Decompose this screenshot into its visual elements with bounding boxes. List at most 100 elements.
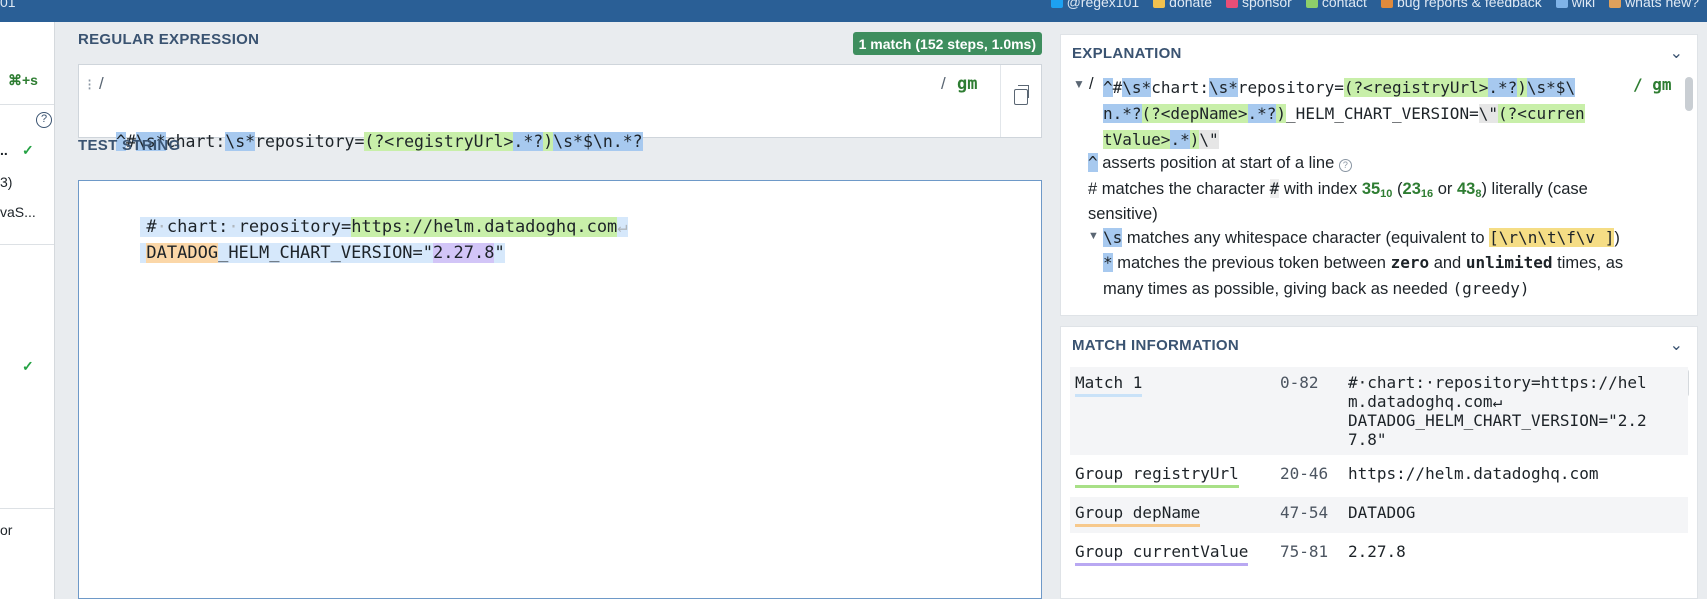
star-desc-1: matches the previous token between (1117, 254, 1386, 272)
table-row[interactable]: Match 1 0-82 #·chart:·repository=https://h… (1070, 367, 1688, 458)
explain-regex-token: \s* (1208, 78, 1238, 97)
match-value: https://helm.datadoghq.com (1343, 456, 1688, 497)
regex-token: ) (543, 132, 554, 151)
explain-regex-token: ) (1189, 130, 1200, 149)
regex-flags[interactable]: gm (957, 74, 977, 94)
hash-post: ) literally (case (1481, 180, 1588, 198)
match-value-line: 2.27.8 (1348, 542, 1406, 561)
regex-token: repository= (255, 132, 365, 151)
check-icon: ✓ (22, 358, 34, 374)
top-link-label: contact (1321, 0, 1367, 10)
greedy-keyword: (greedy) (1452, 279, 1530, 298)
sidebar-item-3[interactable]: vaS... (0, 204, 54, 220)
tree-toggle-icon[interactable]: ▼ (1088, 230, 1099, 242)
n16: 23 (1402, 180, 1421, 198)
top-link-label: donate (1169, 0, 1212, 10)
top-link-2[interactable]: sponsor (1226, 0, 1292, 10)
match-count-badge: 1 match (152 steps, 1.0ms) (852, 32, 1042, 55)
explain-regex-text: repository= (1237, 78, 1344, 97)
brand-fragment: 01 (0, 0, 16, 10)
explanation-regex-line-1: ^#\s*chart:\s*repository=(?<registryUrl>… (1103, 75, 1585, 101)
explain-regex-token: \s*$\ (1526, 78, 1576, 97)
explain-regex-token: ) (1276, 104, 1287, 123)
dollar-icon (1153, 0, 1166, 9)
book-icon (1555, 0, 1568, 9)
heart-icon (1226, 0, 1238, 9)
table-row[interactable]: Group currentValue 75-81 2.27.8 (1070, 534, 1688, 575)
match-value-line: DATADOG_HELM_CHART_VERSION="2.2 (1348, 411, 1647, 430)
match-value-line: https://helm.datadoghq.com (1348, 464, 1599, 483)
hash-pre: # matches the character (1088, 180, 1266, 198)
twitter-icon (1050, 0, 1063, 9)
explanation-body: ▼ / ^#\s*chart:\s*repository=(?<registry… (1061, 75, 1685, 315)
save-shortcut[interactable]: ⌘+s (8, 72, 54, 89)
unlimited-keyword: unlimited (1465, 253, 1553, 272)
check-icon: ✓ (22, 142, 34, 158)
explanation-caret: ^ asserts position at start of a line ? (1088, 153, 1352, 173)
regex-token: \s* (225, 132, 256, 151)
match-value: DATADOG (1343, 495, 1688, 536)
explanation-open-delimiter: / (1089, 75, 1094, 93)
caret-token: ^ (1088, 153, 1098, 172)
top-link-3[interactable]: contact (1305, 0, 1367, 10)
explain-regex-token: \" (1199, 130, 1219, 149)
tree-toggle-icon[interactable]: ▼ (1073, 77, 1085, 91)
top-link-5[interactable]: wiki (1555, 0, 1596, 10)
explanation-panel: EXPLANATION ⌄ ▼ / ^#\s*chart:\s*reposito… (1060, 34, 1698, 316)
chevron-down-icon[interactable]: ⌄ (1670, 335, 1683, 355)
help-icon[interactable]: ? (1338, 159, 1352, 172)
drag-handle-icon[interactable]: ⁝ (87, 75, 92, 95)
explanation-regex-line-3: tValue>.*)\" (1103, 127, 1585, 153)
match-range: 75-81 (1275, 534, 1343, 575)
top-link-label: wiki (1571, 0, 1596, 10)
explain-regex-token: .*? (1247, 104, 1277, 123)
explain-regex-token: n.*? (1103, 104, 1142, 123)
match-value-line: #·chart:·repository=https://hel (1348, 373, 1647, 392)
copy-icon[interactable] (1014, 85, 1029, 105)
regex-open-delimiter: / (99, 74, 104, 93)
explanation-title: EXPLANATION (1072, 45, 1182, 62)
regex-token: .*? (513, 132, 544, 151)
top-link-4[interactable]: bug reports & feedback (1380, 0, 1542, 10)
s-token: \s (1103, 228, 1123, 247)
help-icon[interactable]: ? (36, 112, 52, 128)
top-link-label: whats new? (1625, 0, 1699, 10)
test-string-input[interactable]: #·chart:·repository=https://helm.datadog… (78, 180, 1042, 599)
table-row[interactable]: Group depName 47-54 DATADOG (1070, 495, 1688, 536)
top-link-label: sponsor (1242, 0, 1292, 10)
explain-regex-text: _HELM_CHART_VERSION= (1286, 104, 1479, 123)
top-link-6[interactable]: whats new? (1609, 0, 1699, 10)
test-line-2: DATADOG_HELM_CHART_VERSION="2.27.8" (79, 214, 505, 263)
test-dep-match: DATADOG (146, 243, 219, 263)
top-link-0[interactable]: @regex101 (1050, 0, 1139, 10)
explain-regex-token: \" (1478, 104, 1498, 123)
sidebar-bottom-item[interactable]: or (0, 522, 54, 538)
zero-keyword: zero (1390, 253, 1430, 272)
or-word: or (1437, 180, 1453, 198)
n8: 43 (1456, 180, 1476, 198)
regex-line-1: ^#\s*chart:\s*repository=(?<registryUrl>… (116, 128, 692, 155)
hash-mid: with index (1283, 180, 1358, 198)
table-row[interactable]: Group registryUrl 20-46 https://helm.datad… (1070, 456, 1688, 497)
scrollbar[interactable] (1685, 77, 1693, 111)
top-link-1[interactable]: donate (1153, 0, 1212, 10)
bug-icon (1380, 0, 1393, 9)
b16: 16 (1420, 188, 1434, 200)
sidebar-item-2[interactable]: 3) (0, 174, 54, 190)
sidebar-item-1[interactable]: .. ✓ (0, 142, 54, 158)
mail-icon (1305, 0, 1318, 9)
chevron-down-icon[interactable]: ⌄ (1670, 43, 1683, 63)
explain-regex-token: (?<depName> (1141, 104, 1248, 123)
match-information-panel: MATCH INFORMATION ⌄ Match 10-82#·chart:·… (1060, 326, 1698, 599)
explain-regex-token: (?<registryUrl> (1343, 78, 1489, 97)
regex-token: (?<registryUrl> (364, 132, 514, 151)
explain-regex-text: # (1112, 78, 1123, 97)
b10: 10 (1380, 188, 1393, 200)
star-token: * (1103, 253, 1113, 272)
explain-regex-token: .*? (1488, 78, 1518, 97)
s-desc: matches any whitespace character (equiva… (1126, 229, 1485, 247)
top-navigation-bar: 01 @regex101 donate sponsor contact bug repo… (0, 0, 1707, 22)
test-string-section-title: TEST STRING (78, 137, 181, 154)
regex-input[interactable]: ⁝ / ^#\s*chart:\s*repository=(?<registry… (78, 64, 1042, 232)
s-class: [\r\n\t\f\v ] (1489, 228, 1615, 247)
